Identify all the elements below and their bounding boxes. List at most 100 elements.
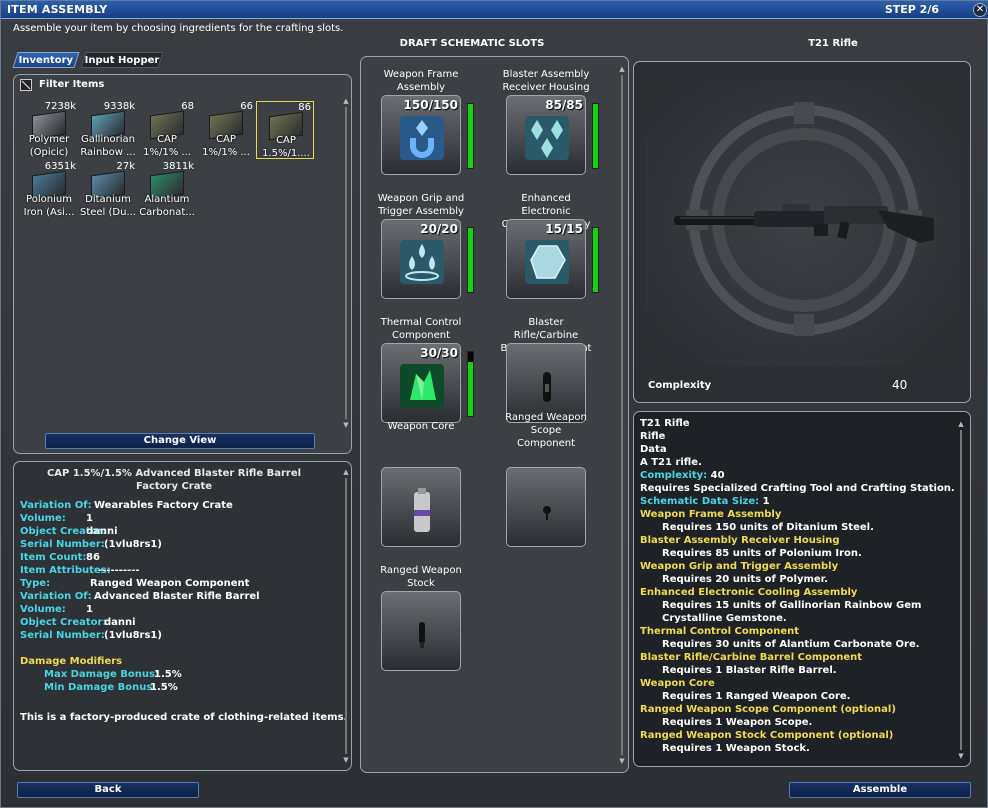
details-scrollbar[interactable]: ▲ ▼ xyxy=(342,468,350,764)
attribute-label: Volume: xyxy=(20,604,66,615)
item-subname: (Opicic) xyxy=(29,147,69,158)
item-preview[interactable] xyxy=(634,62,970,402)
item-subname: Iron (Asi... xyxy=(23,207,75,218)
schematic-slot[interactable] xyxy=(381,591,461,671)
slot-label: Weapon Frame Assembly xyxy=(371,68,471,94)
info-label: Schematic Data Size: xyxy=(640,496,760,507)
item-description: This is a factory-produced crate of clot… xyxy=(20,712,348,723)
inventory-panel: Filter Items 7238k Polymer (Opicic) 9338k Ga… xyxy=(13,74,352,454)
info-line: Weapon Frame Assembly xyxy=(640,509,782,520)
filter-label: Filter Items xyxy=(39,79,105,90)
info-line: Requires 85 units of Polonium Iron. xyxy=(662,548,862,559)
slot-fill-bar xyxy=(592,103,599,169)
filter-checkbox[interactable] xyxy=(20,79,32,91)
info-line: Blaster Assembly Receiver Housing xyxy=(640,535,840,546)
schematic-slot[interactable] xyxy=(506,467,586,547)
item-name: CAP xyxy=(157,134,177,145)
scroll-down-icon[interactable]: ▼ xyxy=(957,752,965,760)
slot-fill-bar xyxy=(467,103,474,169)
attribute-value: 1 xyxy=(86,513,93,524)
attribute-value: Ranged Weapon Component xyxy=(90,578,250,589)
inventory-item[interactable]: 27k Ditanium Steel (Du... xyxy=(79,161,137,219)
item-subname: 1.5%/1.... xyxy=(262,148,310,159)
damage-modifiers-header: Damage Modifiers xyxy=(20,656,123,667)
slot-count: 30/30 xyxy=(420,346,458,360)
scroll-down-icon[interactable]: ▼ xyxy=(618,757,626,765)
fill-level xyxy=(593,228,598,292)
scroll-up-icon[interactable]: ▲ xyxy=(342,97,350,105)
info-line: Requires 15 units of Gallinorian Rainbow… xyxy=(662,600,922,611)
inventory-item[interactable]: 6351k Polonium Iron (Asi... xyxy=(20,161,78,219)
inventory-scrollbar[interactable]: ▲ ▼ xyxy=(342,97,350,429)
grip-icon xyxy=(396,236,448,288)
slot-label-line: Weapon Core xyxy=(387,421,455,432)
item-label: Gallinorian Rainbow ... xyxy=(79,133,137,159)
item-assembly-window: ITEM ASSEMBLY STEP 2/6 ✕ Assemble your i… xyxy=(0,0,988,808)
back-button[interactable]: Back xyxy=(17,782,199,798)
schematic-slot[interactable]: 150/150 xyxy=(381,95,461,175)
scroll-up-icon[interactable]: ▲ xyxy=(618,65,626,73)
inventory-item[interactable]: 86 CAP 1.5%/1.... xyxy=(256,101,314,159)
inventory-item[interactable]: 7238k Polymer (Opicic) xyxy=(20,101,78,159)
attribute-label: Item Count: xyxy=(20,552,87,563)
attribute-label: Type: xyxy=(20,578,51,589)
schematic-slot[interactable]: 85/85 xyxy=(506,95,586,175)
close-icon[interactable]: ✕ xyxy=(973,3,987,17)
slot-count: 20/20 xyxy=(420,222,458,236)
info-line: Requires 1 Weapon Scope. xyxy=(662,717,813,728)
item-name: CAP xyxy=(276,135,296,146)
slot-label-line: Receiver Housing xyxy=(502,82,590,93)
info-line: Blaster Rifle/Carbine Barrel Component xyxy=(640,652,863,663)
inventory-item[interactable]: 68 CAP 1%/1% ... xyxy=(138,101,196,159)
slot-label-line: Component xyxy=(391,330,451,341)
schematic-scrollbar[interactable]: ▲ ▼ xyxy=(618,65,626,765)
attribute-value: Wearables Factory Crate xyxy=(94,500,233,511)
info-scrollbar[interactable]: ▲ ▼ xyxy=(957,420,965,760)
info-line: Thermal Control Component xyxy=(640,626,800,637)
slot-label-line: Thermal Control xyxy=(380,317,462,328)
scroll-down-icon[interactable]: ▼ xyxy=(342,756,350,764)
inventory-item[interactable]: 3811k Alantium Carbonat... xyxy=(138,161,196,219)
scroll-up-icon[interactable]: ▲ xyxy=(957,420,965,428)
slot-label-line: Enhanced Electronic xyxy=(521,193,571,217)
complexity-value: 40 xyxy=(892,378,908,392)
info-line: T21 Rifle xyxy=(640,418,690,429)
gem-icon xyxy=(521,236,573,288)
slot-label-line: Blaster Rifle/Carbine xyxy=(513,317,579,341)
schematic-slot[interactable] xyxy=(381,467,461,547)
instructions: Assemble your item by choosing ingredien… xyxy=(13,23,344,34)
info-label: Complexity: xyxy=(640,470,708,481)
slot-label-line: Blaster Assembly xyxy=(502,69,590,80)
item-subname: Steel (Du... xyxy=(79,207,136,218)
fill-level xyxy=(593,104,598,168)
info-line: Requires 1 Weapon Stock. xyxy=(662,743,810,754)
info-line: Requires 30 units of Alantium Carbonate … xyxy=(662,639,920,650)
slot-label: Thermal Control Component xyxy=(371,316,471,342)
scroll-up-icon[interactable]: ▲ xyxy=(342,468,350,476)
item-label: Polonium Iron (Asi... xyxy=(20,193,78,219)
assemble-button[interactable]: Assemble xyxy=(789,782,971,798)
fill-level xyxy=(468,361,473,416)
scroll-down-icon[interactable]: ▼ xyxy=(342,421,350,429)
inventory-item[interactable]: 9338k Gallinorian Rainbow ... xyxy=(79,101,137,159)
tab-input-hopper[interactable]: Input Hopper xyxy=(80,52,164,68)
slot-label-line: Weapon Grip and xyxy=(377,193,465,204)
schematic-slot[interactable]: 20/20 xyxy=(381,219,461,299)
info-line: A T21 rifle. xyxy=(640,457,702,468)
item-label: CAP 1%/1% ... xyxy=(138,133,196,159)
info-value: 40 xyxy=(710,470,725,481)
slot-count: 85/85 xyxy=(545,98,583,112)
schematic-slot[interactable]: 30/30 xyxy=(381,343,461,423)
slot-count: 15/15 xyxy=(545,222,583,236)
tab-inventory[interactable]: Inventory xyxy=(12,52,80,68)
change-view-button[interactable]: Change View xyxy=(45,433,315,449)
schematic-slot[interactable]: 15/15 xyxy=(506,219,586,299)
slot-label: Weapon Core xyxy=(371,420,471,433)
item-label: CAP 1.5%/1.... xyxy=(257,134,315,160)
info-line: Rifle xyxy=(640,431,666,442)
title-bar[interactable]: ITEM ASSEMBLY STEP 2/6 ✕ xyxy=(1,1,988,19)
slot-count: 150/150 xyxy=(403,98,458,112)
inventory-item[interactable]: 66 CAP 1%/1% ... xyxy=(197,101,255,159)
attribute-label: Variation Of: xyxy=(20,591,92,602)
attribute-label: Object Creator: xyxy=(20,617,107,628)
